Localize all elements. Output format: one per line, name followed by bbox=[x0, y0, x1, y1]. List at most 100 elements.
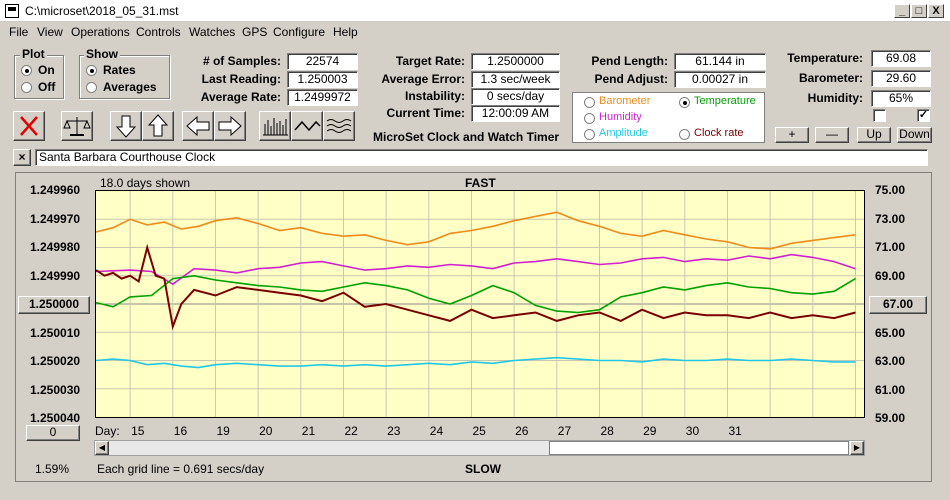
target-rate-value: 1.2500000 bbox=[471, 53, 560, 70]
calibrate-button[interactable] bbox=[61, 111, 93, 141]
slow-label: SLOW bbox=[465, 462, 501, 476]
arrow-down-icon bbox=[115, 115, 137, 138]
pend-adjust-value: 0.00027 in bbox=[674, 71, 766, 88]
barometer-value: 29.60 bbox=[871, 70, 931, 87]
day-tick-label: 19 bbox=[216, 424, 230, 438]
day-tick-label: 28 bbox=[600, 424, 614, 438]
watch-name-field[interactable]: Santa Barbara Courthouse Clock bbox=[35, 149, 928, 166]
multiwave-view-button[interactable] bbox=[323, 111, 355, 141]
plot-group-label: Plot bbox=[20, 47, 47, 61]
day-prefix: Day: bbox=[95, 424, 120, 438]
pend-adjust-label: Pend Adjust: bbox=[594, 72, 668, 86]
down-button[interactable] bbox=[110, 111, 142, 141]
env-checkbox-1[interactable] bbox=[873, 109, 886, 122]
plot-on-label[interactable]: On bbox=[38, 63, 55, 77]
show-rates-radio[interactable] bbox=[86, 65, 97, 76]
series-temperature-label[interactable]: Temperature bbox=[694, 95, 756, 107]
humidity-label: Humidity: bbox=[807, 91, 863, 105]
menu-watches[interactable]: Watches bbox=[189, 25, 235, 39]
menu-gps[interactable]: GPS bbox=[242, 25, 267, 39]
day-tick-label: 23 bbox=[387, 424, 401, 438]
humidity-value: 65% bbox=[871, 90, 931, 107]
current-time-value: 12:00:09 AM bbox=[471, 105, 560, 122]
plot-off-label[interactable]: Off bbox=[38, 80, 55, 94]
show-rates-label[interactable]: Rates bbox=[103, 63, 136, 77]
series-barometer-radio[interactable] bbox=[584, 97, 595, 108]
right-tick-label: 73.00 bbox=[875, 211, 906, 226]
menu-configure[interactable]: Configure bbox=[273, 25, 325, 39]
env-plus-button[interactable]: + bbox=[775, 127, 809, 143]
arrow-up-icon bbox=[147, 114, 169, 137]
plot-svg bbox=[96, 191, 864, 417]
menu-controls[interactable]: Controls bbox=[136, 25, 181, 39]
day-tick-label: 27 bbox=[557, 424, 572, 438]
cancel-button[interactable] bbox=[13, 111, 45, 141]
maximize-button[interactable]: □ bbox=[911, 4, 927, 18]
env-checkbox-2[interactable]: ✓ bbox=[917, 109, 930, 122]
title-bar: C:\microset\2018_05_31.mst _ □ X bbox=[0, 0, 950, 22]
center-right-button[interactable]: 67.00 bbox=[869, 296, 927, 314]
series-clockrate-label[interactable]: Clock rate bbox=[694, 127, 744, 139]
right-tick-label: 59.00 bbox=[875, 411, 906, 425]
up-button[interactable] bbox=[142, 111, 174, 141]
show-averages-radio[interactable] bbox=[86, 82, 97, 93]
menu-view[interactable]: View bbox=[37, 25, 63, 39]
plot-on-radio[interactable] bbox=[21, 65, 32, 76]
close-watch-button[interactable]: × bbox=[13, 149, 31, 166]
left-tick-label: 1.250010 bbox=[30, 325, 81, 340]
plot-area bbox=[95, 190, 865, 418]
bars-icon bbox=[263, 118, 288, 136]
app-caption: MicroSet Clock and Watch Timer bbox=[373, 130, 560, 144]
right-tick-label: 69.00 bbox=[875, 268, 906, 283]
day-tick-label: 22 bbox=[344, 424, 358, 438]
env-down-button[interactable]: Down bbox=[897, 127, 932, 143]
bars-view-button[interactable] bbox=[259, 111, 291, 141]
minimize-button[interactable]: _ bbox=[894, 4, 910, 18]
series-barometer bbox=[96, 211, 856, 250]
bottom-left-button[interactable]: 0 bbox=[26, 425, 80, 441]
day-tick-label: 26 bbox=[515, 424, 529, 438]
menu-file[interactable]: File bbox=[9, 25, 28, 39]
menu-help[interactable]: Help bbox=[333, 25, 358, 39]
last-reading-value: 1.250003 bbox=[287, 71, 358, 88]
series-humidity-label[interactable]: Humidity bbox=[599, 111, 642, 123]
right-button[interactable] bbox=[214, 111, 246, 141]
series-humidity-radio[interactable] bbox=[584, 113, 595, 124]
series-amplitude bbox=[96, 356, 856, 369]
left-tick-label: 1.250020 bbox=[30, 354, 81, 368]
plot-off-radio[interactable] bbox=[21, 82, 32, 93]
horizontal-scrollbar[interactable]: ◀ ▶ bbox=[94, 440, 865, 456]
right-tick-label: 71.00 bbox=[875, 240, 906, 254]
samples-label: # of Samples: bbox=[202, 54, 281, 68]
scroll-thumb[interactable] bbox=[549, 441, 849, 455]
series-barometer-label[interactable]: Barometer bbox=[599, 95, 650, 107]
scroll-left-button[interactable]: ◀ bbox=[95, 441, 109, 455]
right-tick-label: 75.00 bbox=[875, 183, 906, 197]
scroll-right-button[interactable]: ▶ bbox=[850, 441, 864, 455]
menu-operations[interactable]: Operations bbox=[71, 25, 130, 39]
left-tick-label: 1.249960 bbox=[30, 183, 81, 197]
series-amplitude-label[interactable]: Amplitude bbox=[599, 127, 648, 139]
series-amplitude-radio[interactable] bbox=[584, 129, 595, 140]
show-averages-label[interactable]: Averages bbox=[103, 80, 157, 94]
left-button[interactable] bbox=[182, 111, 214, 141]
env-minus-button[interactable]: — bbox=[815, 127, 849, 143]
series-temperature-radio[interactable] bbox=[679, 97, 690, 108]
wave-view-button[interactable] bbox=[291, 111, 323, 141]
center-left-button[interactable]: 1.250000 bbox=[18, 296, 90, 314]
barometer-label: Barometer: bbox=[798, 71, 863, 85]
arrow-left-icon bbox=[186, 115, 210, 137]
percent-label: 1.59% bbox=[35, 462, 70, 476]
app-icon[interactable] bbox=[5, 4, 19, 18]
day-tick-label: 21 bbox=[301, 424, 316, 438]
close-button[interactable]: X bbox=[928, 4, 944, 18]
pend-length-label: Pend Length: bbox=[591, 54, 668, 68]
series-clockrate-radio[interactable] bbox=[679, 129, 690, 140]
multiwave-icon bbox=[326, 119, 352, 133]
samples-value: 22574 bbox=[287, 53, 358, 70]
wave-icon bbox=[294, 120, 321, 132]
left-tick-label: 1.250040 bbox=[30, 411, 81, 425]
env-up-button[interactable]: Up bbox=[857, 127, 891, 143]
average-rate-label: Average Rate: bbox=[200, 90, 281, 104]
left-tick-label: 1.249970 bbox=[30, 211, 81, 226]
